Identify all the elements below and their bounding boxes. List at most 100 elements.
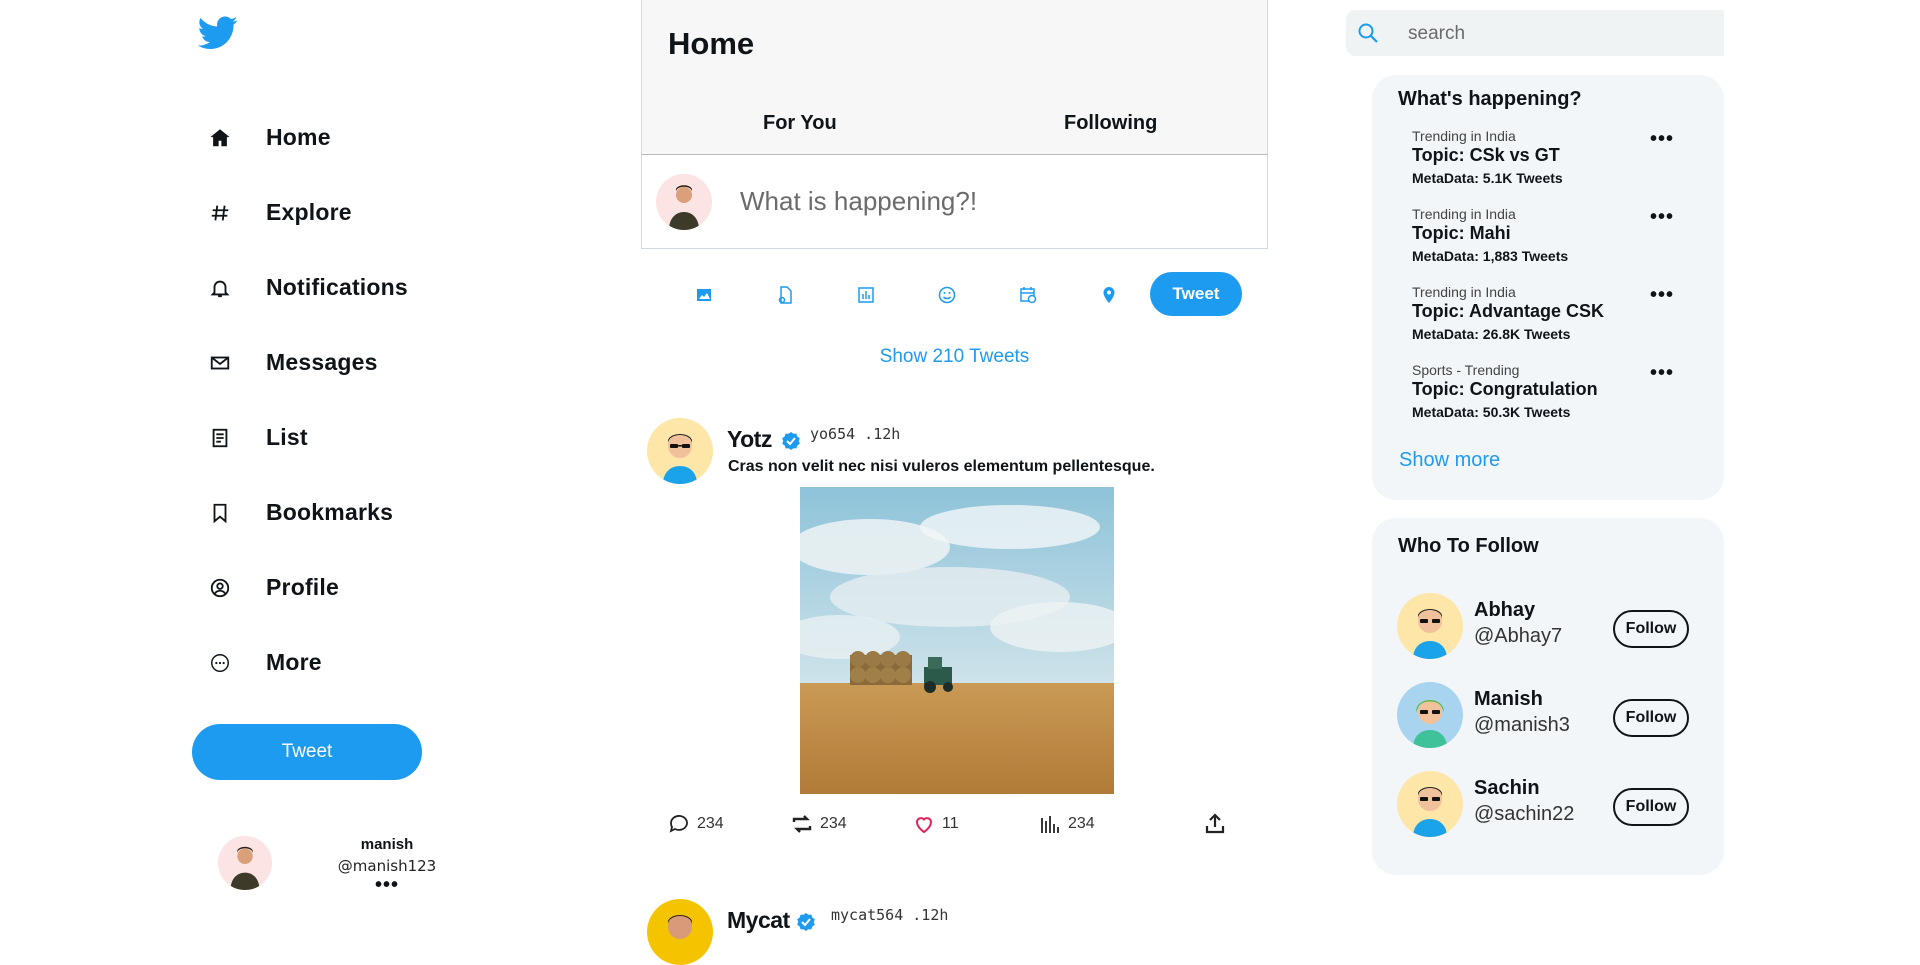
trend-item[interactable]: Trending in India Topic: Mahi MetaData: …	[1412, 206, 1712, 276]
follow-suggestion[interactable]: Abhay @Abhay7 Follow	[1397, 593, 1717, 663]
sidebar-item-explore[interactable]: Explore	[200, 175, 530, 250]
reply-count: 234	[697, 815, 724, 832]
search-bar	[1346, 10, 1724, 56]
follow-button[interactable]: Follow	[1613, 699, 1689, 737]
user-handle: @Abhay7	[1474, 625, 1563, 647]
views-button[interactable]: 234	[1038, 812, 1095, 836]
follow-button[interactable]: Follow	[1613, 610, 1689, 648]
sidebar-item-label: Home	[266, 124, 331, 150]
trend-meta: MetaData: 26.8K Tweets	[1412, 326, 1571, 342]
sidebar-item-more[interactable]: More	[200, 625, 530, 700]
follow-suggestion[interactable]: Manish @manish3 Follow	[1397, 682, 1717, 752]
tweet-text: Cras non velit nec nisi vuleros elementu…	[728, 458, 1155, 475]
sidebar-item-bookmarks[interactable]: Bookmarks	[200, 475, 530, 550]
gif-icon[interactable]	[774, 284, 796, 306]
hash-icon	[200, 193, 240, 233]
sidebar-item-messages[interactable]: Messages	[200, 325, 530, 400]
tab-for-you[interactable]: For You	[763, 112, 837, 135]
sidebar-item-label: Messages	[266, 349, 378, 375]
reply-button[interactable]: 234	[667, 812, 724, 836]
sidebar-item-label: Explore	[266, 199, 352, 225]
post-tweet-button[interactable]: Tweet	[1150, 272, 1242, 316]
tab-following[interactable]: Following	[1064, 112, 1157, 135]
trend-topic: Topic: Advantage CSK	[1412, 301, 1605, 321]
twitter-logo-icon[interactable]	[197, 16, 240, 52]
tweet-author-name[interactable]: Yotz	[727, 426, 772, 453]
tweet-handle-time: yo654 .12h	[810, 425, 901, 443]
trend-meta: MetaData: 50.3K Tweets	[1412, 404, 1571, 420]
profile-icon	[200, 568, 240, 608]
more-icon[interactable]: •••	[1650, 284, 1674, 307]
views-count: 234	[1068, 815, 1095, 832]
who-to-follow-panel: Who To Follow Abhay @Abhay7 Follow Manis…	[1372, 518, 1724, 875]
tweet-author-name[interactable]: Mycat	[727, 907, 790, 934]
trend-topic: Topic: Mahi	[1412, 223, 1511, 243]
trend-topic: Topic: CSk vs GT	[1412, 145, 1560, 165]
retweet-count: 234	[820, 815, 847, 832]
account-switcher[interactable]: manish @manish123 •••	[212, 832, 532, 902]
more-icon[interactable]: •••	[1650, 362, 1674, 385]
retweet-button[interactable]: 234	[790, 812, 847, 836]
share-icon	[1205, 813, 1225, 834]
schedule-icon[interactable]	[1017, 284, 1039, 306]
search-input[interactable]	[1406, 20, 1710, 48]
sidebar-item-label: Profile	[266, 574, 339, 600]
reply-icon	[669, 815, 688, 833]
image-icon[interactable]	[693, 284, 715, 306]
tweet: Mycat mycat564 .12h	[641, 899, 1268, 965]
emoji-icon[interactable]	[936, 284, 958, 306]
avatar	[656, 174, 712, 230]
list-icon	[200, 418, 240, 458]
page-title: Home	[668, 26, 755, 61]
account-name: manish	[360, 836, 414, 853]
like-count: 11	[942, 815, 959, 832]
follow-suggestion[interactable]: Sachin @sachin22 Follow	[1397, 771, 1717, 841]
panel-title: Who To Follow	[1398, 535, 1539, 557]
search-icon	[1356, 21, 1380, 45]
like-button[interactable]: 11	[912, 812, 959, 836]
heart-icon	[915, 817, 933, 834]
whats-happening-panel: What's happening? Trending in India Topi…	[1372, 75, 1724, 500]
show-more-link[interactable]: Show more	[1399, 449, 1500, 472]
avatar[interactable]	[647, 899, 713, 965]
tweet-button[interactable]: Tweet	[192, 724, 422, 780]
location-icon[interactable]	[1098, 284, 1120, 306]
trend-meta: MetaData: 5.1K Tweets	[1412, 170, 1563, 186]
user-name: Manish	[1474, 688, 1543, 710]
trend-meta: MetaData: 1,883 Tweets	[1412, 248, 1569, 264]
verified-badge-icon	[781, 431, 801, 451]
sidebar-item-home[interactable]: Home	[200, 100, 530, 175]
poll-icon[interactable]	[855, 284, 877, 306]
tweet-composer	[641, 154, 1268, 249]
sidebar-item-list[interactable]: List	[200, 400, 530, 475]
sidebar-item-label: Notifications	[266, 274, 408, 300]
avatar	[218, 836, 272, 890]
follow-button[interactable]: Follow	[1613, 788, 1689, 826]
tweet-image[interactable]	[800, 487, 1114, 794]
user-name: Sachin	[1474, 777, 1540, 799]
more-icon[interactable]: •••	[1650, 128, 1674, 151]
share-button[interactable]	[1203, 812, 1233, 836]
user-handle: @manish3	[1474, 714, 1570, 736]
avatar[interactable]	[647, 418, 713, 484]
trend-item[interactable]: Trending in India Topic: Advantage CSK M…	[1412, 284, 1712, 354]
tweet-actions: 234 234 11 234	[641, 812, 1268, 842]
mail-icon	[200, 343, 240, 383]
tweet-handle-time: mycat564 .12h	[831, 906, 949, 924]
sidebar-item-notifications[interactable]: Notifications	[200, 250, 530, 325]
views-icon	[1041, 816, 1059, 833]
verified-badge-icon	[796, 912, 816, 932]
trend-item[interactable]: Sports - Trending Topic: Congratulation …	[1412, 362, 1712, 432]
trend-topic: Topic: Congratulation	[1412, 379, 1598, 399]
bell-icon	[200, 268, 240, 308]
trend-category: Sports - Trending	[1412, 362, 1520, 378]
trend-item[interactable]: Trending in India Topic: CSk vs GT MetaD…	[1412, 128, 1712, 198]
user-handle: @sachin22	[1474, 803, 1575, 825]
home-icon	[200, 118, 240, 158]
sidebar-item-profile[interactable]: Profile	[200, 550, 530, 625]
account-more-icon[interactable]: •••	[297, 874, 477, 897]
compose-input[interactable]	[738, 183, 1222, 219]
show-new-tweets-link[interactable]: Show 210 Tweets	[641, 346, 1268, 368]
panel-title: What's happening?	[1398, 88, 1582, 110]
more-icon[interactable]: •••	[1650, 206, 1674, 229]
